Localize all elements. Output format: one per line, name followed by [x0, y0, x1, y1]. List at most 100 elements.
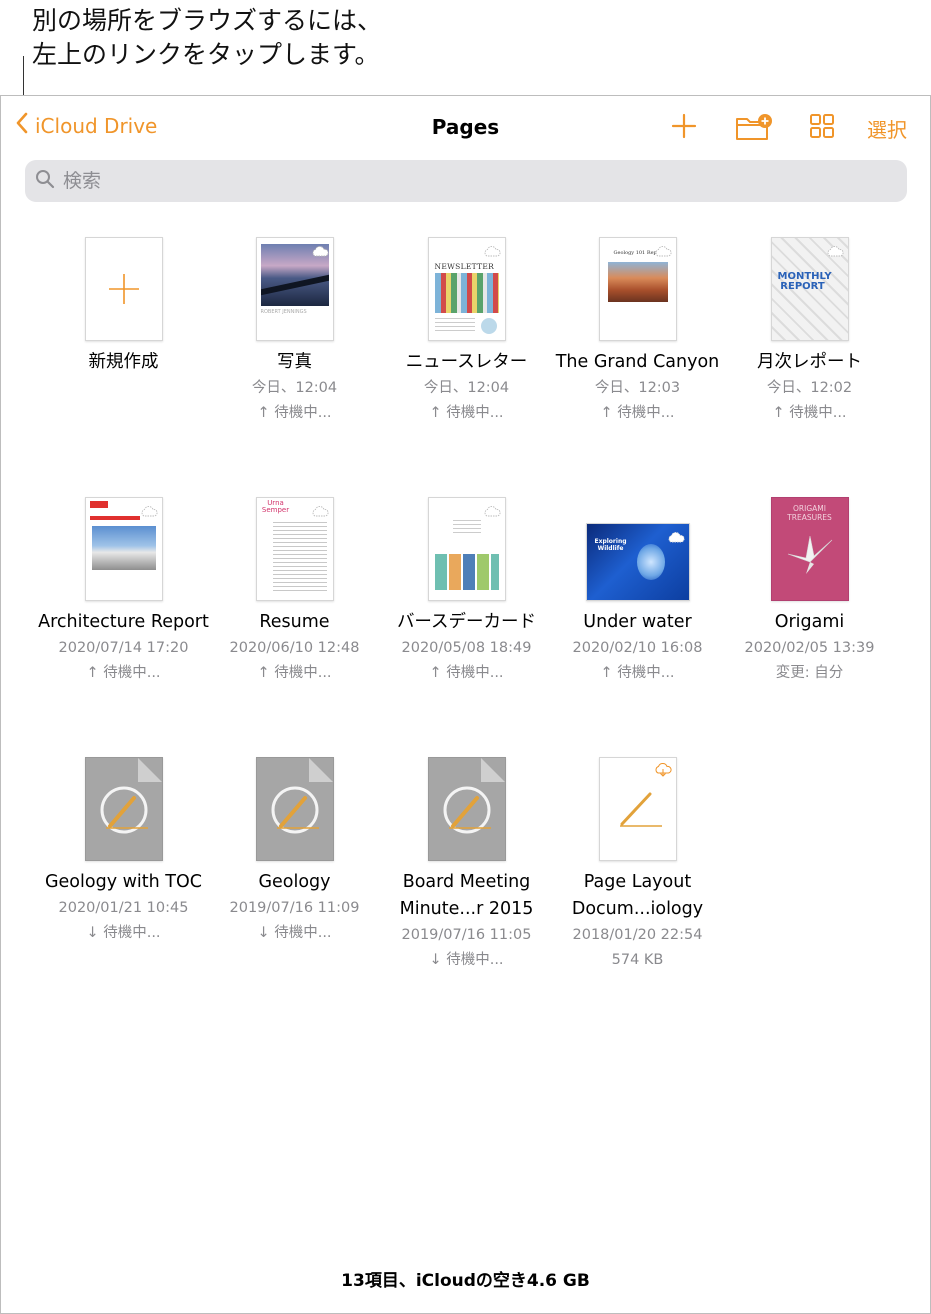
document-thumbnail[interactable]	[84, 757, 163, 861]
document-thumbnail[interactable]	[598, 757, 677, 861]
back-button[interactable]: iCloud Drive	[15, 112, 157, 139]
callout-text: 別の場所をブラウズするには、 左上のリンクをタップします。	[32, 4, 382, 72]
item-status: ↑ 待機中...	[257, 665, 332, 681]
item-status: ↑ 待機中...	[429, 665, 504, 681]
search-input[interactable]	[61, 169, 865, 193]
search-bar[interactable]	[25, 160, 907, 202]
item-date: 今日、12:04	[423, 380, 510, 396]
file-browser: iCloud Drive Pages 選択 検索 新規作成 ROBERT JEN…	[0, 95, 931, 1314]
cloud-icon	[140, 502, 158, 521]
pages-document-icon	[86, 758, 162, 860]
document-thumbnail[interactable]: Urna Semper	[255, 497, 334, 601]
document-item[interactable]: NEWSLETTER ニュースレター 今日、12:04 ↑ 待機中...	[381, 237, 552, 426]
document-item[interactable]: ROBERT JENNINGS 写真 今日、12:04 ↑ 待機中...	[209, 237, 380, 426]
document-thumbnail[interactable]: ORIGAMI TREASURES	[770, 497, 849, 601]
document-item[interactable]: Geology 2019/07/16 11:09 ↓ 待機中...	[209, 757, 380, 946]
item-date: 2020/05/08 18:49	[401, 640, 532, 656]
card-text	[452, 520, 481, 534]
photo-caption: ROBERT JENNINGS	[260, 309, 307, 315]
item-status: ↑ 待機中...	[600, 405, 675, 421]
pages-document-icon	[429, 758, 505, 860]
item-date: 今日、12:02	[766, 380, 853, 396]
item-name: Resume	[259, 612, 330, 632]
cloud-download-icon	[654, 762, 672, 781]
search-icon	[25, 169, 55, 193]
item-name: Page Layout Docum...iology	[571, 872, 704, 919]
newsletter-masthead: NEWSLETTER	[434, 262, 495, 271]
document-thumbnail[interactable]: ROBERT JENNINGS	[255, 237, 334, 341]
item-name: Geology	[258, 872, 331, 892]
document-item[interactable]: Page Layout Docum...iology 2018/01/20 22…	[552, 757, 723, 973]
new-folder-button[interactable]	[735, 113, 773, 145]
callout-line-2: 左上のリンクをタップします。	[32, 40, 380, 69]
document-thumbnail[interactable]: Exploring Wildlife	[585, 523, 690, 601]
new-document-item[interactable]: 新規作成	[38, 237, 209, 376]
folder-add-icon	[735, 114, 773, 145]
newsletter-text	[434, 318, 475, 334]
item-date: 2018/01/20 22:54	[572, 927, 703, 943]
item-status: ↑ 待機中...	[429, 405, 504, 421]
diver-shape	[636, 544, 665, 580]
document-item[interactable]: Exploring Wildlife Under water 2020/02/1…	[552, 497, 723, 686]
item-name: Geology with TOC	[44, 872, 202, 892]
item-name: 写真	[277, 352, 312, 372]
item-status: ↓ 待機中...	[429, 952, 504, 968]
item-date: 2020/06/10 12:48	[229, 640, 360, 656]
new-document-thumbnail[interactable]	[84, 237, 163, 341]
item-date: 2020/02/10 16:08	[572, 640, 703, 656]
document-thumbnail[interactable]: MONTHLY REPORT	[770, 237, 849, 341]
item-status: ↓ 待機中...	[86, 925, 161, 941]
item-date: 今日、12:03	[594, 380, 681, 396]
paper-crane-icon	[786, 532, 834, 580]
item-name: Origami	[774, 612, 845, 632]
item-name: 月次レポート	[757, 352, 862, 372]
document-item[interactable]: Board Meeting Minute...r 2015 2019/07/16…	[381, 757, 552, 973]
pages-document-icon	[257, 758, 333, 860]
newsletter-image	[434, 273, 499, 313]
document-thumbnail[interactable]: NEWSLETTER	[427, 237, 506, 341]
underwater-title: Exploring Wildlife	[594, 538, 627, 552]
item-name: The Grand Canyon	[555, 352, 720, 372]
cloud-icon	[311, 502, 329, 521]
resume-text	[272, 522, 327, 594]
item-status: ↓ 待機中...	[257, 925, 332, 941]
grid-view-button[interactable]	[809, 113, 835, 143]
pen-icon	[616, 788, 664, 834]
item-date: 2020/01/21 10:45	[58, 900, 189, 916]
document-item[interactable]: Geology with TOC 2020/01/21 10:45 ↓ 待機中.…	[38, 757, 209, 946]
add-button[interactable]	[671, 113, 697, 143]
item-name: Board Meeting Minute...r 2015	[399, 872, 534, 919]
document-item[interactable]: MONTHLY REPORT 月次レポート 今日、12:02 ↑ 待機中...	[724, 237, 895, 426]
architecture-image	[91, 526, 156, 570]
item-date: 2019/07/16 11:09	[229, 900, 360, 916]
cloud-icon	[483, 502, 501, 521]
red-band	[89, 516, 140, 520]
cloud-icon	[826, 242, 844, 261]
document-thumbnail[interactable]	[427, 757, 506, 861]
select-button[interactable]: 選択	[867, 114, 907, 143]
document-item[interactable]: Geology 101 Report The Grand Canyon 今日、1…	[552, 237, 723, 426]
document-item[interactable]: Urna Semper Resume 2020/06/10 12:48 ↑ 待機…	[209, 497, 380, 686]
document-thumbnail[interactable]	[255, 757, 334, 861]
cloud-icon	[654, 242, 672, 261]
navigation-bar: iCloud Drive Pages 選択	[1, 96, 930, 158]
cloud-icon	[667, 528, 685, 547]
item-date: 2019/07/16 11:05	[401, 927, 532, 943]
back-button-label: iCloud Drive	[35, 113, 158, 138]
document-item[interactable]: バースデーカード 2020/05/08 18:49 ↑ 待機中...	[381, 497, 552, 686]
document-thumbnail[interactable]: Geology 101 Report	[598, 237, 677, 341]
item-status: ↑ 待機中...	[772, 405, 847, 421]
item-status: ↑ 待機中...	[600, 665, 675, 681]
item-name: Architecture Report	[38, 612, 209, 632]
red-label	[89, 501, 108, 508]
document-item[interactable]: Architecture Report 2020/07/14 17:20 ↑ 待…	[38, 497, 209, 686]
plus-icon	[108, 273, 140, 309]
plus-icon	[671, 113, 697, 143]
item-status: ↑ 待機中...	[86, 665, 161, 681]
document-item[interactable]: ORIGAMI TREASURES Origami 2020/02/05 13:…	[724, 497, 895, 686]
cloud-icon	[483, 242, 501, 261]
document-thumbnail[interactable]	[84, 497, 163, 601]
chevron-left-icon	[15, 112, 35, 139]
item-date: 今日、12:04	[251, 380, 338, 396]
document-thumbnail[interactable]	[427, 497, 506, 601]
